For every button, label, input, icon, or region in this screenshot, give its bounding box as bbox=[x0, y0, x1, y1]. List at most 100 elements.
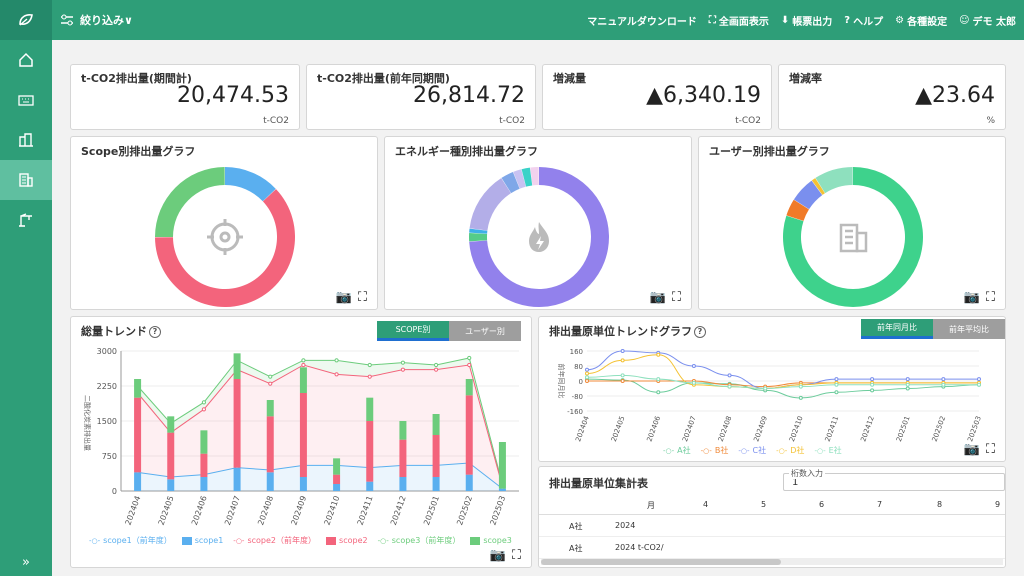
legend-item[interactable]: -○- scope1（前年度） bbox=[89, 535, 172, 546]
x-tick-label: 202404 bbox=[574, 414, 591, 442]
scope1-bar bbox=[167, 479, 175, 491]
filter-button[interactable]: 絞り込み∨ bbox=[60, 12, 133, 28]
donut-slice bbox=[469, 178, 511, 231]
table-row: A社 2024 bbox=[539, 515, 1005, 537]
legend-item[interactable]: -○- A社 bbox=[663, 445, 691, 456]
total-trend-chart[interactable]: 0 750 1500 2250 3000 二酸化炭素排出量 202404 202405 2024… bbox=[71, 343, 533, 539]
x-tick-label: 202408 bbox=[717, 415, 734, 443]
sidebar-item-facilities[interactable] bbox=[0, 120, 52, 160]
total-trend-card: 総量トレンド? SCOPE別 ユーザー別 0 750 1500 2250 3000 二酸化… bbox=[70, 316, 532, 568]
gear-icon: ⚙ bbox=[895, 14, 905, 26]
table-header: 月 4 5 6 7 8 9 bbox=[539, 495, 1005, 515]
crosshair-icon bbox=[207, 219, 243, 255]
header-item-3[interactable]: ? ヘルプ bbox=[844, 13, 883, 28]
series-point bbox=[834, 382, 839, 387]
sidebar-item-home[interactable] bbox=[0, 40, 52, 80]
series-point bbox=[691, 364, 696, 368]
fullscreen-icon[interactable]: ⛶ bbox=[358, 290, 367, 305]
scope-donut-card: Scope別排出量グラフ 📷 ⛶ bbox=[70, 136, 378, 310]
series-point bbox=[585, 371, 589, 376]
tab-yoy-month[interactable]: 前年同月比 bbox=[861, 319, 933, 339]
horizontal-scrollbar[interactable] bbox=[541, 559, 1003, 565]
trend-legend: -○- scope1（前年度） scope1 -○- scope2（前年度） scope2… bbox=[89, 535, 512, 546]
scope3-bar bbox=[399, 421, 407, 440]
header-item-label: 帳票出力 bbox=[792, 16, 833, 28]
tab-yoy-average[interactable]: 前年平均比 bbox=[933, 319, 1005, 339]
camera-icon[interactable]: 📷 bbox=[964, 290, 980, 305]
scope1-bar bbox=[200, 477, 208, 491]
fullscreen-icon: ⛶ bbox=[708, 14, 716, 26]
header-menu: マニュアルダウンロード ⛶ 全画面表示 ⬇ 帳票出力 ? ヘルプ ⚙ 各種設定 ☺ デモ 太郎 bbox=[587, 13, 1016, 28]
card-title: エネルギー種別排出量グラフ bbox=[395, 145, 538, 158]
legend-item[interactable]: -○- D社 bbox=[776, 445, 804, 456]
scope2-bar bbox=[134, 397, 142, 473]
scope2-prev-line-point bbox=[268, 381, 273, 386]
scope2-prev-line-point bbox=[201, 407, 207, 412]
fullscreen-icon[interactable]: ⛶ bbox=[672, 290, 681, 305]
scope3-bar bbox=[200, 430, 208, 454]
tab-user[interactable]: ユーザー別 bbox=[449, 321, 521, 341]
legend-marker bbox=[470, 536, 481, 545]
sidebar-item-input[interactable] bbox=[0, 80, 52, 120]
card-tools: 📷 ⛶ bbox=[964, 442, 995, 457]
legend-item[interactable]: -○- C社 bbox=[738, 445, 766, 456]
x-tick-label: 202501 bbox=[422, 495, 441, 527]
intensity-trend-chart[interactable]: 160 80 0 -80 -160 前年同月比 202404 202405 202406 2024… bbox=[539, 341, 1007, 445]
legend-item[interactable]: scope1 bbox=[181, 535, 223, 546]
scope2-prev-line-point bbox=[301, 362, 306, 368]
user-icon: ☺ bbox=[959, 14, 970, 26]
x-tick-label: 202405 bbox=[157, 495, 176, 527]
help-icon[interactable]: ? bbox=[149, 326, 161, 338]
tab-scope[interactable]: SCOPE別 bbox=[377, 321, 449, 341]
legend-item[interactable]: -○- scope2（前年度） bbox=[233, 535, 316, 546]
sidebar-item-dashboard[interactable] bbox=[0, 160, 52, 200]
kpi-unit: t-CO2 bbox=[499, 116, 525, 126]
scope2-prev-line-point bbox=[400, 367, 406, 372]
legend-item[interactable]: scope3 bbox=[470, 535, 512, 546]
header-item-2[interactable]: ⬇ 帳票出力 bbox=[781, 13, 832, 28]
legend-item[interactable]: -○- scope3（前年度） bbox=[378, 535, 461, 546]
header-item-1[interactable]: ⛶ 全画面表示 bbox=[709, 13, 769, 28]
legend-marker: -○- bbox=[89, 536, 101, 545]
scope3-bar bbox=[333, 458, 341, 475]
x-tick-label: 202411 bbox=[356, 495, 375, 527]
scrollbar-thumb[interactable] bbox=[541, 559, 781, 565]
intensity-trend-card: 排出量原単位トレンドグラフ? 前年同月比 前年平均比 160 80 0 -80 -160… bbox=[538, 316, 1006, 462]
scope3-bar bbox=[465, 379, 473, 396]
series-line bbox=[586, 380, 979, 388]
sidebar-expand-icon[interactable]: » bbox=[0, 555, 52, 570]
scope2-bar bbox=[465, 395, 473, 475]
legend-marker bbox=[326, 536, 337, 545]
kpi-unit: t-CO2 bbox=[735, 116, 761, 126]
card-title: Scope別排出量グラフ bbox=[81, 145, 196, 158]
keyboard-icon bbox=[18, 95, 34, 106]
scope2-bar bbox=[399, 439, 407, 477]
fullscreen-icon[interactable]: ⛶ bbox=[986, 442, 995, 457]
card-title: 排出量原単位トレンドグラフ? bbox=[549, 323, 706, 339]
camera-icon[interactable]: 📷 bbox=[336, 290, 352, 305]
camera-icon[interactable]: 📷 bbox=[964, 442, 980, 457]
legend-item[interactable]: -○- E社 bbox=[814, 445, 841, 456]
header-item-0[interactable]: マニュアルダウンロード bbox=[587, 13, 697, 28]
header-item-5[interactable]: ☺ デモ 太郎 bbox=[959, 13, 1016, 28]
series-point bbox=[905, 377, 910, 382]
camera-icon[interactable]: 📷 bbox=[650, 290, 666, 305]
legend-label: E社 bbox=[828, 446, 842, 455]
kpi-title: 増減率 bbox=[789, 72, 822, 85]
top-bar: 絞り込み∨ マニュアルダウンロード ⛶ 全画面表示 ⬇ 帳票出力 ? ヘルプ ⚙ 各種設定 ☺ デモ… bbox=[0, 0, 1024, 40]
scope3-prev-line-point bbox=[334, 358, 339, 363]
fullscreen-icon[interactable]: ⛶ bbox=[512, 548, 521, 563]
series-point bbox=[798, 384, 803, 389]
fullscreen-icon[interactable]: ⛶ bbox=[986, 290, 995, 305]
x-tick-label: 202406 bbox=[190, 495, 209, 527]
header-item-4[interactable]: ⚙ 各種設定 bbox=[895, 13, 947, 28]
leaf-logo-icon[interactable] bbox=[0, 0, 52, 40]
legend-item[interactable]: -○- B社 bbox=[701, 445, 729, 456]
x-tick-label: 202405 bbox=[610, 415, 627, 443]
legend-item[interactable]: scope2 bbox=[326, 535, 368, 546]
help-icon[interactable]: ? bbox=[694, 326, 706, 338]
scope3-prev-line-point bbox=[201, 400, 207, 405]
camera-icon[interactable]: 📷 bbox=[490, 548, 506, 563]
digits-input-label: 桁数入力 bbox=[789, 468, 825, 479]
sidebar-item-equipment[interactable] bbox=[0, 200, 52, 240]
